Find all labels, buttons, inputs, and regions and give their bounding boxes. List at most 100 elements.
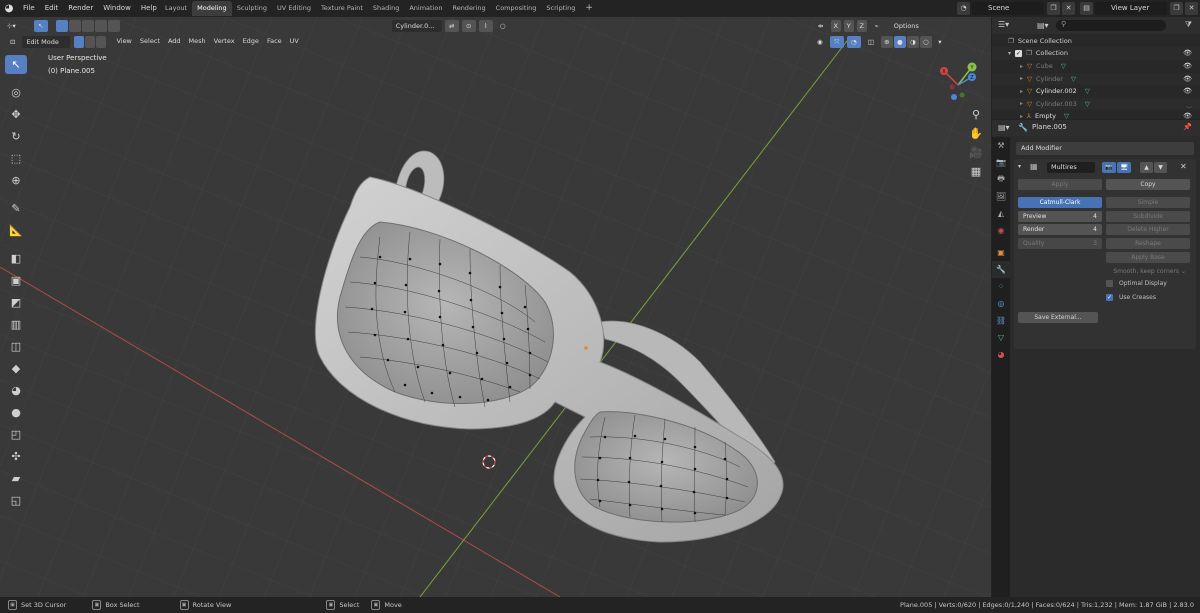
tab-output-icon[interactable]: 🖶 (992, 171, 1010, 188)
rotate-tool[interactable]: ↻ (5, 127, 27, 146)
proportional-edit-icon[interactable]: ○ (496, 20, 510, 32)
overlay-toggle-icon[interactable]: ◔ (846, 35, 861, 48)
remove-modifier-icon[interactable]: ✕ (1180, 162, 1187, 171)
optimal-display-box[interactable] (1106, 280, 1113, 287)
delete-higher-button[interactable]: Delete Higher (1106, 224, 1190, 235)
tab-rendering[interactable]: Rendering (447, 1, 490, 16)
apply-base-button[interactable]: Apply Base (1106, 252, 1190, 263)
expand-arrow-icon[interactable]: ▸ (1020, 88, 1023, 95)
select-new-icon[interactable] (55, 19, 68, 32)
ortho-toggle-icon[interactable]: ▦ (967, 162, 985, 180)
select-invert-icon[interactable] (94, 19, 107, 32)
tab-data-icon[interactable]: ▽ (992, 329, 1010, 346)
tab-scene-icon[interactable]: ◭ (992, 205, 1010, 222)
collection-visibility-icon[interactable]: 👁 (1183, 49, 1192, 57)
camera-view-icon[interactable]: 🎥 (967, 143, 985, 161)
menu-vertex[interactable]: Vertex (210, 34, 239, 49)
shading-material-icon[interactable]: ◑ (906, 35, 919, 48)
filter-icon[interactable]: ⧩ (1185, 20, 1192, 30)
new-view-layer-icon[interactable]: ❐ (1170, 2, 1183, 15)
outliner-item[interactable]: ▸ ▽ Cylinder ▽ 👁 (992, 72, 1200, 85)
use-creases-box[interactable]: ✓ (1106, 294, 1113, 301)
tab-modeling[interactable]: Modeling (192, 1, 232, 16)
tab-shading[interactable]: Shading (368, 1, 404, 16)
outliner-scene-collection[interactable]: ❐ Scene Collection (992, 35, 1200, 48)
tab-constraints-icon[interactable]: ⛓ (992, 312, 1010, 329)
zoom-view-icon[interactable]: ⚲ (967, 105, 985, 123)
menu-uv[interactable]: UV (286, 34, 303, 49)
cursor-tool[interactable]: ◎ (5, 83, 27, 102)
mirror-icon[interactable]: ⇹ (814, 20, 828, 32)
copy-button[interactable]: Copy (1106, 179, 1190, 190)
shading-wireframe-icon[interactable]: ⊕ (880, 35, 893, 48)
catmull-clark-button[interactable]: Catmull-Clark (1018, 197, 1102, 208)
menu-add[interactable]: Add (164, 34, 185, 49)
save-external-button[interactable]: Save External... (1018, 312, 1098, 323)
edge-select-mode[interactable] (85, 35, 96, 48)
eye-icon[interactable]: 👁 (1183, 87, 1192, 95)
tab-material-icon[interactable]: ◕ (992, 346, 1010, 363)
blender-logo-icon[interactable]: ◕ (0, 0, 18, 17)
measure-tool[interactable]: 📐 (5, 221, 27, 240)
outliner-item[interactable]: ▸ ▽ Cylinder.002 ▽ 👁 (992, 85, 1200, 98)
eye-closed-icon[interactable]: ‿ (1186, 100, 1192, 108)
outliner-item[interactable]: ▸ ▽ Cylinder.003 ▽ ‿ (992, 97, 1200, 110)
shear-tool[interactable]: ▰ (5, 469, 27, 488)
gizmo-toggle-icon[interactable]: ⤧ (829, 35, 844, 48)
use-creases-checkbox[interactable]: ✓ Use Creases (1106, 294, 1156, 301)
outliner-item[interactable]: ▸ ▽ Cube ▽ 👁 (992, 60, 1200, 73)
gizmo-neg-x[interactable] (949, 84, 955, 90)
shading-solid-icon[interactable]: ● (893, 35, 906, 48)
expand-arrow-icon[interactable]: ▸ (1020, 75, 1023, 82)
tab-physics-icon[interactable]: ◎ (992, 295, 1010, 312)
mirror-x-toggle[interactable]: X (830, 19, 841, 32)
optimal-display-checkbox[interactable]: Optimal Display (1106, 280, 1167, 287)
tab-render-icon[interactable]: 📷 (992, 154, 1010, 171)
delete-view-layer-icon[interactable]: ✕ (1185, 2, 1198, 15)
tab-sculpting[interactable]: Sculpting (232, 1, 272, 16)
poly-build-tool[interactable]: ◆ (5, 359, 27, 378)
select-subtract-icon[interactable] (81, 19, 94, 32)
tab-animation[interactable]: Animation (404, 1, 447, 16)
shading-rendered-icon[interactable]: ○ (919, 35, 932, 48)
tab-object-icon[interactable]: ▣ (992, 244, 1010, 261)
edge-slide-tool[interactable]: ◰ (5, 425, 27, 444)
properties-type-icon[interactable]: ▤▾ (998, 123, 1010, 132)
tab-layout[interactable]: Layout (160, 1, 192, 16)
menu-select[interactable]: Select (136, 34, 164, 49)
eye-icon[interactable]: 👁 (1183, 62, 1192, 70)
show-viewport-icon[interactable]: 🖥 (1117, 162, 1131, 173)
smooth-tool[interactable]: ● (5, 403, 27, 422)
outliner-collection[interactable]: ▾ ✓ ❐ Collection 👁 (992, 47, 1200, 60)
knife-tool[interactable]: ◫ (5, 337, 27, 356)
expand-arrow-icon[interactable]: ▾ (1008, 50, 1011, 57)
loop-cut-tool[interactable]: ▥ (5, 315, 27, 334)
select-box-tool[interactable]: ↖ (5, 55, 27, 74)
view-layer-browse-icon[interactable]: ▤ (1080, 2, 1093, 15)
snap-icon[interactable]: ⌇ (478, 19, 493, 32)
render-levels-field[interactable]: Render 4 (1018, 224, 1102, 235)
tab-particles-icon[interactable]: ⁘ (992, 278, 1010, 295)
eye-icon[interactable]: 👁 (1183, 75, 1192, 83)
extrude-tool[interactable]: ◧ (5, 249, 27, 268)
mesh-options-icon[interactable]: ⌁ (870, 20, 884, 32)
menu-face[interactable]: Face (263, 34, 286, 49)
menu-mesh[interactable]: Mesh (185, 34, 210, 49)
bevel-tool[interactable]: ◩ (5, 293, 27, 312)
inset-tool[interactable]: ▣ (5, 271, 27, 290)
shading-options-icon[interactable]: ▾ (935, 36, 945, 48)
menu-window[interactable]: Window (98, 0, 136, 17)
xray-toggle-icon[interactable]: ◫ (864, 36, 878, 48)
move-up-icon[interactable]: ▲ (1140, 162, 1153, 173)
rip-tool[interactable]: ◱ (5, 491, 27, 510)
tab-compositing[interactable]: Compositing (491, 1, 542, 16)
face-select-mode[interactable] (96, 35, 107, 48)
shrink-fatten-tool[interactable]: ✣ (5, 447, 27, 466)
expand-arrow-icon[interactable]: ▸ (1020, 113, 1023, 120)
delete-scene-icon[interactable]: ✕ (1062, 2, 1075, 15)
apply-button[interactable]: Apply (1018, 179, 1102, 190)
menu-view[interactable]: View (112, 34, 135, 49)
move-down-icon[interactable]: ▼ (1154, 162, 1167, 173)
reshape-button[interactable]: Reshape (1106, 238, 1190, 249)
simple-button[interactable]: Simple (1106, 197, 1190, 208)
